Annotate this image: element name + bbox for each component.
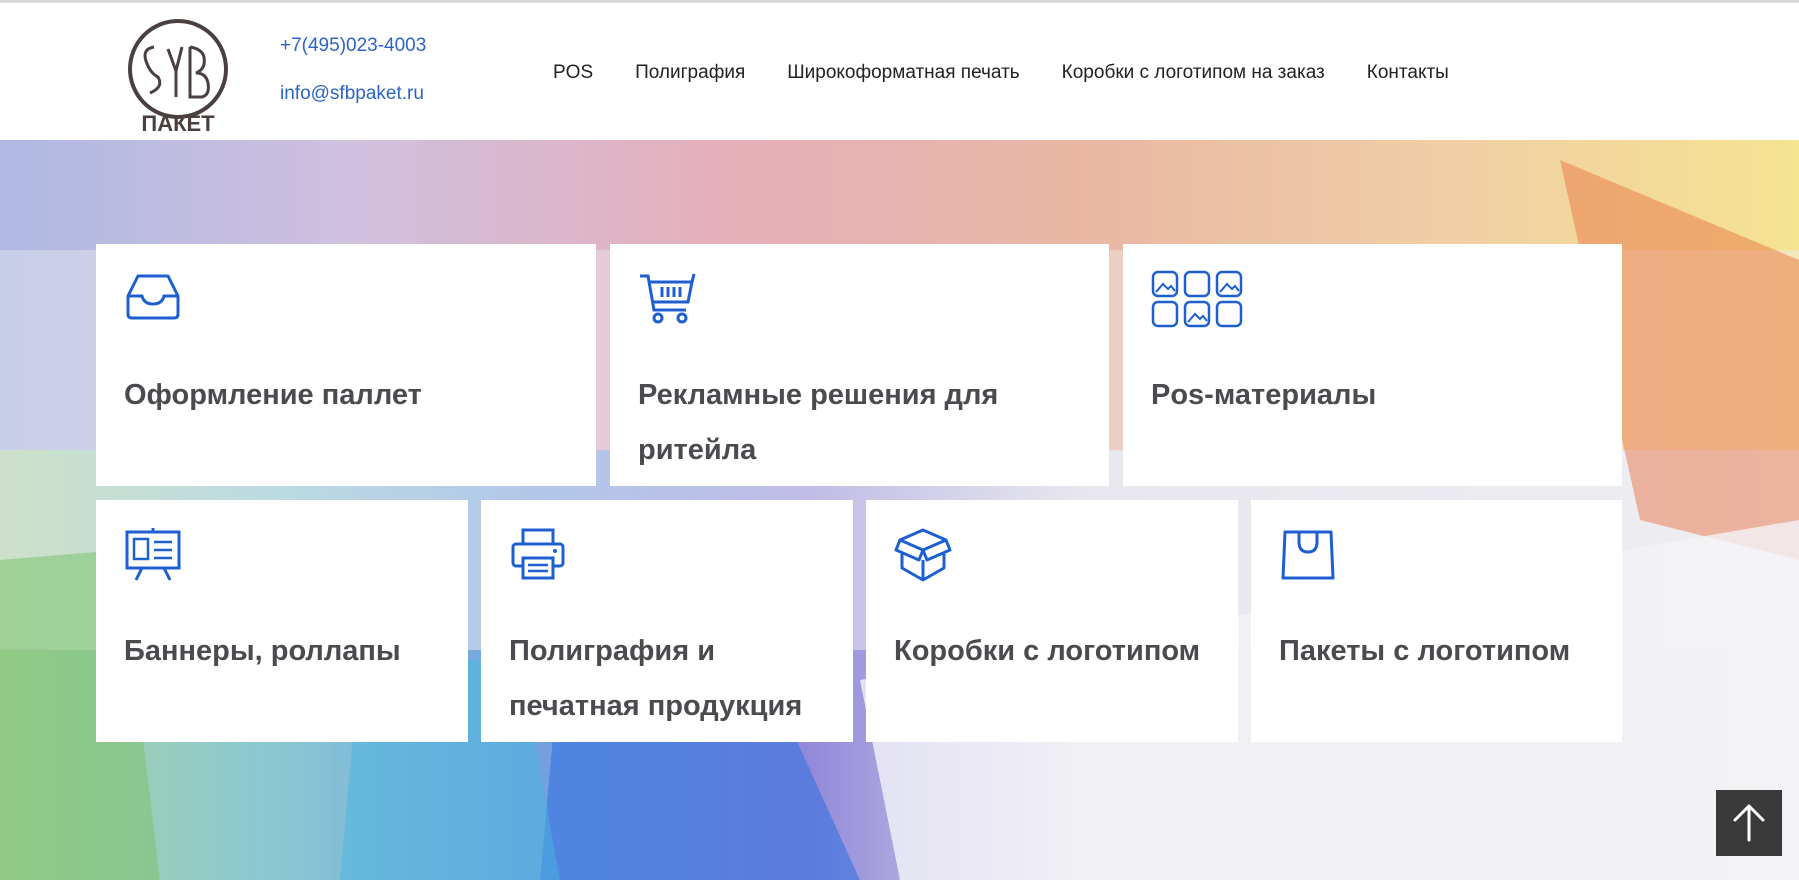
phone-link[interactable]: +7(495)023-4003 xyxy=(280,35,426,57)
nav-item-poligrafiya[interactable]: Полиграфия xyxy=(635,62,745,84)
card-title: Коробки с логотипом xyxy=(894,635,1201,667)
hero-section: Оформление паллет Рекламные решения для … xyxy=(0,140,1799,880)
arrow-up-icon xyxy=(1733,804,1765,842)
nav-item-boxes[interactable]: Коробки с логотипом на заказ xyxy=(1062,62,1325,84)
card-title: Оформление паллет xyxy=(124,379,422,411)
card-polygraphy[interactable]: Полиграфия и печатная продукция xyxy=(481,500,853,742)
nav-item-contacts[interactable]: Контакты xyxy=(1367,62,1449,84)
card-title: Pos-материалы xyxy=(1151,379,1377,411)
box-icon xyxy=(894,528,952,582)
scroll-to-top-button[interactable] xyxy=(1716,790,1782,856)
email-link[interactable]: info@sfbpaket.ru xyxy=(280,83,426,105)
svg-text:ПАКЕТ: ПАКЕТ xyxy=(141,111,215,135)
card-banners[interactable]: Баннеры, роллапы xyxy=(96,500,468,742)
card-title: Рекламные решения для ритейла xyxy=(638,379,999,466)
printer-icon xyxy=(511,528,565,580)
nav-item-pos[interactable]: POS xyxy=(553,62,593,84)
shopping-bag-icon xyxy=(1281,530,1335,580)
image-grid-icon xyxy=(1151,270,1243,328)
card-title: Полиграфия и печатная продукция xyxy=(509,635,803,722)
card-retail-solutions[interactable]: Рекламные решения для ритейла xyxy=(610,244,1109,486)
card-logo-bags[interactable]: Пакеты с логотипом xyxy=(1251,500,1622,742)
inbox-tray-icon xyxy=(126,274,180,320)
header-contacts: +7(495)023-4003 info@sfbpaket.ru xyxy=(280,35,426,105)
card-logo-boxes[interactable]: Коробки с логотипом xyxy=(866,500,1238,742)
site-header: ПАКЕТ +7(495)023-4003 info@sfbpaket.ru P… xyxy=(0,0,1799,140)
card-title: Пакеты с логотипом xyxy=(1279,635,1571,667)
nav-item-wide-format[interactable]: Широкоформатная печать xyxy=(787,62,1019,84)
card-title: Баннеры, роллапы xyxy=(124,635,401,667)
main-nav: POS Полиграфия Широкоформатная печать Ко… xyxy=(553,62,1491,84)
card-pos-materials[interactable]: Pos-материалы xyxy=(1123,244,1622,486)
shopping-cart-icon xyxy=(640,273,696,324)
card-pallet-design[interactable]: Оформление паллет xyxy=(96,244,596,486)
company-logo[interactable]: ПАКЕТ xyxy=(124,17,232,135)
presentation-board-icon xyxy=(125,528,181,581)
